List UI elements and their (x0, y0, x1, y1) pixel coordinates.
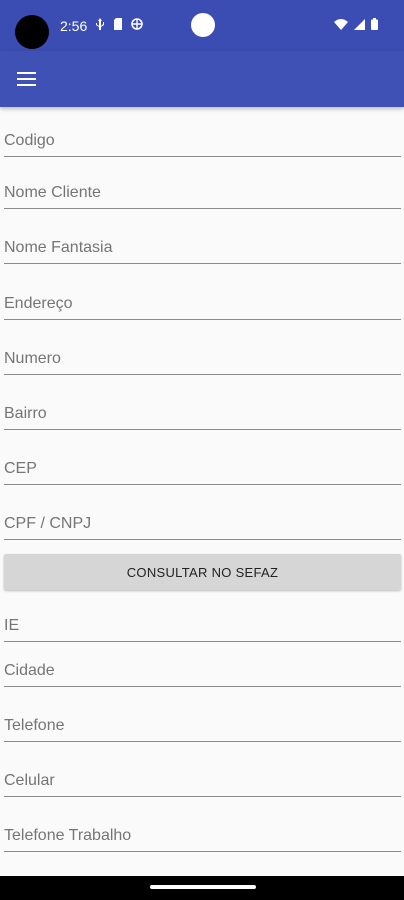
codigo-field[interactable]: Codigo (4, 117, 401, 157)
ie-field[interactable]: IE (4, 602, 401, 642)
cidade-field[interactable]: Cidade (4, 647, 401, 687)
endereco-placeholder: Endereço (4, 295, 73, 312)
menu-icon[interactable] (14, 67, 40, 91)
consultar-sefaz-button[interactable]: CONSULTAR NO SEFAZ (4, 554, 401, 590)
navigation-bar (0, 876, 404, 900)
celular-placeholder: Celular (4, 772, 55, 789)
wifi-icon (334, 18, 348, 30)
telefone-trabalho-placeholder: Telefone Trabalho (4, 827, 132, 844)
system-icons (334, 18, 378, 30)
front-camera (191, 13, 215, 37)
ie-placeholder: IE (4, 617, 20, 634)
nome-fantasia-placeholder: Nome Fantasia (4, 239, 113, 256)
codigo-placeholder: Codigo (4, 132, 55, 149)
telefone-field[interactable]: Telefone (4, 702, 401, 742)
bairro-placeholder: Bairro (4, 405, 47, 422)
cep-placeholder: CEP (4, 460, 37, 477)
usb-icon (96, 18, 104, 30)
signal-icon (354, 18, 365, 30)
camera-cutout (15, 15, 49, 49)
status-bar: 2:56 (0, 0, 404, 51)
numero-placeholder: Numero (4, 350, 61, 367)
nome-fantasia-field[interactable]: Nome Fantasia (4, 224, 401, 264)
cidade-placeholder: Cidade (4, 662, 55, 679)
battery-icon (371, 18, 378, 30)
cpf-cnpj-placeholder: CPF / CNPJ (4, 515, 92, 532)
vpn-globe-icon (131, 18, 143, 30)
numero-field[interactable]: Numero (4, 335, 401, 375)
nome-cliente-field[interactable]: Nome Cliente (4, 169, 401, 209)
cpf-cnpj-field[interactable]: CPF / CNPJ (4, 500, 401, 540)
endereco-field[interactable]: Endereço (4, 280, 401, 320)
notification-icons (95, 18, 143, 30)
app-bar (0, 51, 404, 107)
bairro-field[interactable]: Bairro (4, 390, 401, 430)
telefone-placeholder: Telefone (4, 717, 65, 734)
nome-cliente-placeholder: Nome Cliente (4, 184, 101, 201)
cep-field[interactable]: CEP (4, 445, 401, 485)
status-time: 2:56 (60, 18, 88, 34)
sd-card-icon (114, 18, 122, 30)
telefone-trabalho-field[interactable]: Telefone Trabalho (4, 812, 401, 852)
home-indicator[interactable] (150, 885, 256, 889)
celular-field[interactable]: Celular (4, 757, 401, 797)
